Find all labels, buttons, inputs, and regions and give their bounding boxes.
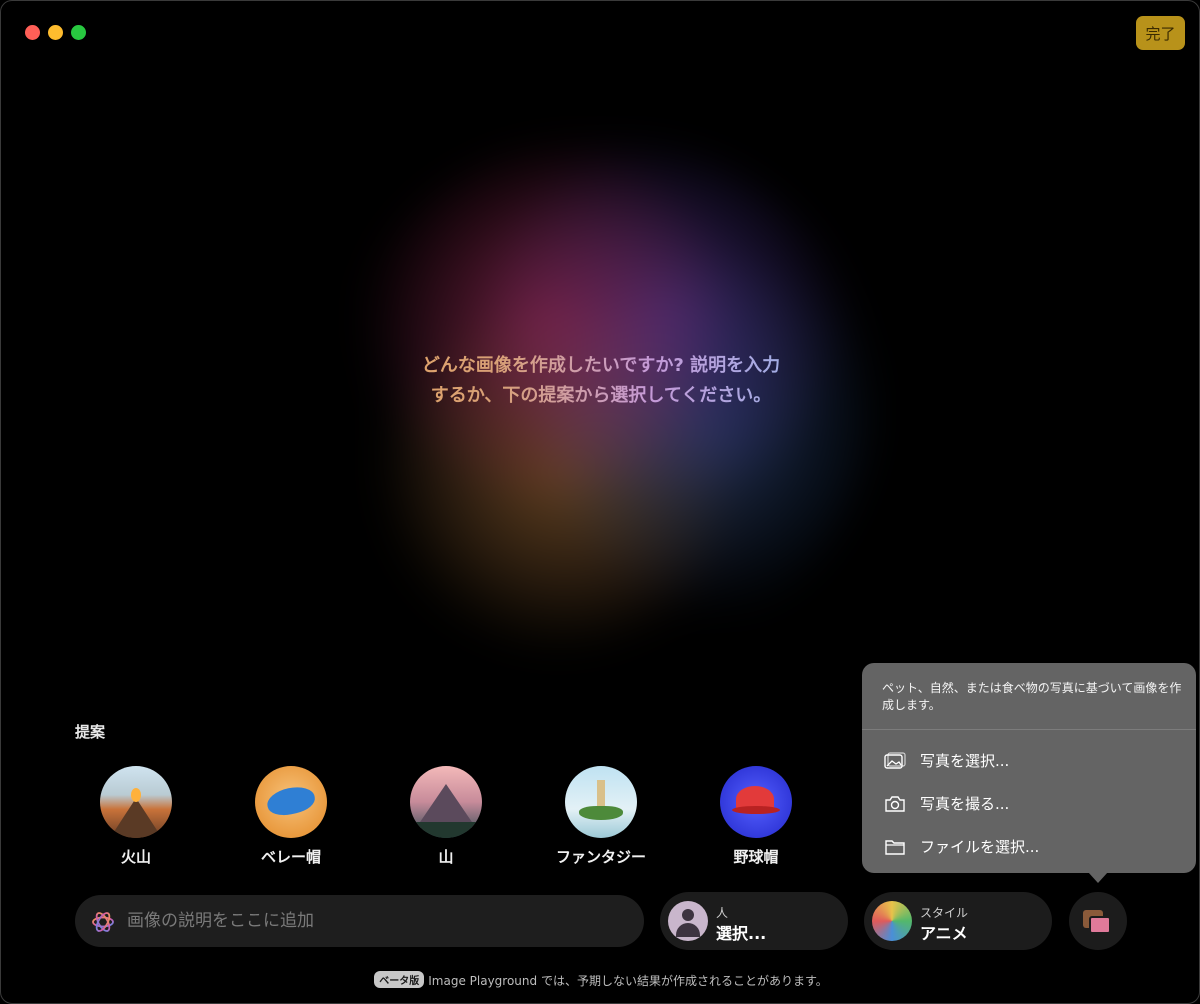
beret-thumbnail (255, 766, 327, 838)
prompt-line-1: どんな画像を作成したいですか? 説明を入力 (421, 355, 781, 376)
menu-item-label: 写真を選択... (920, 752, 1010, 770)
person-label: 人 (716, 906, 729, 920)
maximize-window-button[interactable] (71, 25, 86, 40)
suggestion-label: 山 (438, 848, 454, 866)
person-selector[interactable]: 人 選択... (660, 892, 848, 950)
suggestion-label: ベレー帽 (260, 848, 321, 866)
add-photo-button[interactable] (1069, 892, 1127, 950)
choose-photo-menu-item[interactable]: 写真を選択... (884, 750, 1009, 771)
suggestion-volcano[interactable]: 火山 (76, 766, 196, 867)
fantasy-thumbnail (565, 766, 637, 838)
minimize-window-button[interactable] (48, 25, 63, 40)
prompt-line-2: するか、下の提案から選択してください。 (430, 385, 772, 406)
popover-description: ペット、自然、または食べ物の写真に基づいて画像を作成します。 (882, 681, 1182, 712)
menu-item-label: 写真を撮る... (920, 795, 1010, 813)
popover-divider (862, 729, 1196, 730)
image-playground-icon (92, 912, 114, 932)
suggestions-title: 提案 (75, 723, 106, 741)
menu-item-label: ファイルを選択... (920, 838, 1040, 856)
app-window: 完了 どんな画像を作成したいですか? 説明を入力 するか、下の提案から選択してく… (0, 0, 1200, 1004)
take-photo-menu-item[interactable]: 写真を撮る... (884, 793, 1009, 814)
photo-popover: ペット、自然、または食べ物の写真に基づいて画像を作成します。 写真を選択... … (862, 663, 1196, 873)
style-label: スタイル (920, 906, 969, 920)
prompt-text: どんな画像を作成したいですか? 説明を入力 するか、下の提案から選択してください… (351, 351, 851, 411)
suggestion-label: ファンタジー (555, 848, 646, 866)
suggestion-label: 野球帽 (733, 848, 779, 866)
person-value: 選択... (716, 924, 767, 943)
folder-icon (885, 839, 905, 855)
style-icon (872, 901, 912, 941)
mountain-thumbnail (410, 766, 482, 838)
description-input[interactable] (127, 895, 627, 947)
suggestion-fantasy[interactable]: ファンタジー (541, 766, 661, 867)
style-value: アニメ (920, 924, 968, 943)
beta-notice-text: Image Playground では、予期しない結果が作成されることがあります… (428, 974, 828, 988)
choose-file-menu-item[interactable]: ファイルを選択... (884, 836, 1039, 857)
close-window-button[interactable] (25, 25, 40, 40)
beta-notice: ベータ版 Image Playground では、予期しない結果が作成されることが… (1, 971, 1199, 989)
window-controls (25, 25, 86, 40)
popover-arrow (1088, 872, 1108, 883)
suggestion-beret[interactable]: ベレー帽 (231, 766, 351, 867)
camera-icon (885, 795, 905, 812)
suggestion-label: 火山 (120, 848, 151, 866)
suggestion-mountain[interactable]: 山 (386, 766, 506, 867)
photo-icon (884, 751, 906, 769)
beta-badge: ベータ版 (374, 971, 425, 988)
baseball-cap-thumbnail (720, 766, 792, 838)
done-button[interactable]: 完了 (1136, 16, 1185, 50)
volcano-thumbnail (100, 766, 172, 838)
style-selector[interactable]: スタイル アニメ (864, 892, 1052, 950)
description-search-bar[interactable] (75, 895, 644, 947)
suggestion-baseball-cap[interactable]: 野球帽 (696, 766, 816, 867)
person-icon (668, 901, 708, 941)
